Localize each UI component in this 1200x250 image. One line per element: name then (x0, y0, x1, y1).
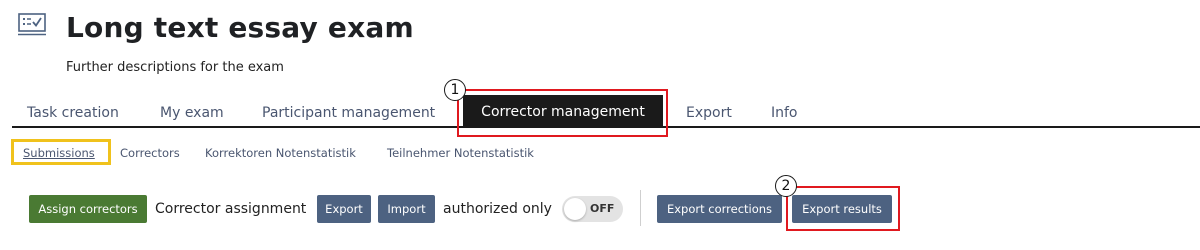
tab-task-creation[interactable]: Task creation (27, 105, 119, 121)
tabs-divider (12, 126, 1200, 128)
toggle-state-text: OFF (590, 202, 615, 215)
subtab-korrektoren-notenstatistik[interactable]: Korrektoren Notenstatistik (205, 146, 356, 160)
assign-correctors-button[interactable]: Assign correctors (29, 195, 147, 223)
marker-1-badge: 1 (444, 79, 466, 101)
page-description: Further descriptions for the exam (66, 60, 284, 75)
export-results-button[interactable]: Export results (792, 195, 892, 223)
page-title: Long text essay exam (66, 11, 414, 44)
tab-corrector-management[interactable]: Corrector management (463, 95, 663, 128)
tab-my-exam[interactable]: My exam (160, 105, 224, 121)
subtab-correctors[interactable]: Correctors (120, 146, 180, 160)
tab-info[interactable]: Info (771, 105, 798, 121)
toggle-knob (564, 198, 586, 220)
export-assignment-button[interactable]: Export (317, 195, 371, 223)
subtab-teilnehmer-notenstatistik[interactable]: Teilnehmer Notenstatistik (387, 146, 534, 160)
subtab-submissions[interactable]: Submissions (23, 146, 95, 160)
checklist-icon (18, 13, 46, 36)
corrector-assignment-label: Corrector assignment (155, 201, 307, 217)
marker-2-badge: 2 (775, 175, 797, 197)
tab-participant-management[interactable]: Participant management (262, 105, 435, 121)
authorized-only-label: authorized only (443, 201, 552, 217)
toolbar-separator (640, 190, 641, 226)
export-corrections-button[interactable]: Export corrections (657, 195, 782, 223)
tab-export[interactable]: Export (686, 105, 732, 121)
import-assignment-button[interactable]: Import (378, 195, 435, 223)
authorized-only-toggle[interactable]: OFF (562, 196, 623, 222)
